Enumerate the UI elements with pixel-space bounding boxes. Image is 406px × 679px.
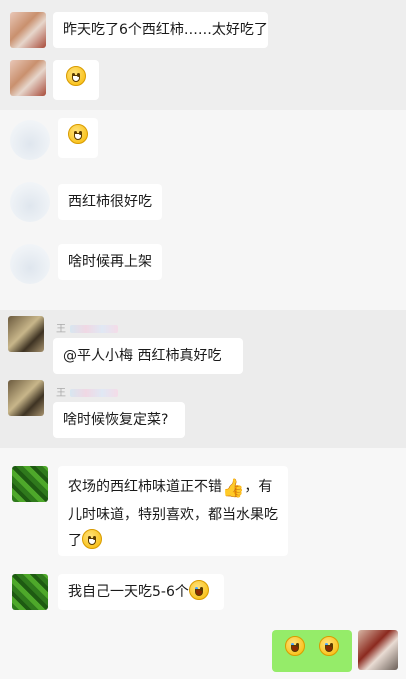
message-bubble[interactable]: 啥时候再上架 xyxy=(58,244,162,280)
message-text: 西红柿很好吃 xyxy=(68,194,152,210)
grin-face-icon xyxy=(68,124,88,144)
sender-name: 王 xyxy=(56,384,118,399)
laugh-cry-icon xyxy=(319,636,340,656)
message-bubble[interactable]: 我自己一天吃5-6个 xyxy=(58,574,224,610)
avatar[interactable] xyxy=(10,244,50,284)
avatar[interactable] xyxy=(12,466,48,502)
avatar[interactable] xyxy=(10,60,46,96)
avatar[interactable] xyxy=(10,12,46,48)
message-line: 儿时味道，特别喜欢，都当水果吃 xyxy=(68,507,278,523)
laugh-cry-icon xyxy=(188,580,209,600)
message-text: 我自己一天吃5-6个 xyxy=(68,584,189,600)
thumbs-up-icon: 👍 xyxy=(222,478,245,499)
message-text: 啥时候再上架 xyxy=(68,254,152,270)
message-bubble-self[interactable] xyxy=(272,630,352,672)
avatar[interactable] xyxy=(358,630,398,670)
message-text: 啥时候恢复定菜? xyxy=(63,412,169,428)
message-bubble[interactable]: 农场的西红柿味道正不错👍，有 儿时味道，特别喜欢，都当水果吃 了 xyxy=(58,466,288,556)
thinking-face-icon xyxy=(66,66,86,86)
message-bubble[interactable] xyxy=(58,118,98,158)
message-text: @平人小梅 西红柿真好吃 xyxy=(63,348,222,364)
message-bubble[interactable]: 西红柿很好吃 xyxy=(58,184,162,220)
message-bubble[interactable]: 啥时候恢复定菜? xyxy=(53,402,185,438)
avatar[interactable] xyxy=(12,574,48,610)
message-bubble[interactable]: @平人小梅 西红柿真好吃 xyxy=(53,338,243,374)
message-text: 昨天吃了6个西红柿……太好吃了 xyxy=(63,22,268,38)
message-line: 了 xyxy=(68,528,278,554)
avatar[interactable] xyxy=(10,182,50,222)
message-bubble[interactable] xyxy=(53,60,99,100)
avatar[interactable] xyxy=(10,120,50,160)
laugh-cry-icon xyxy=(284,636,305,656)
avatar[interactable] xyxy=(8,316,44,352)
message-bubble[interactable]: 昨天吃了6个西红柿……太好吃了 xyxy=(53,12,268,48)
avatar[interactable] xyxy=(8,380,44,416)
sender-name: 王 xyxy=(56,320,118,335)
message-line: 农场的西红柿味道正不错👍，有 xyxy=(68,474,278,502)
grin-face-icon xyxy=(82,529,102,549)
